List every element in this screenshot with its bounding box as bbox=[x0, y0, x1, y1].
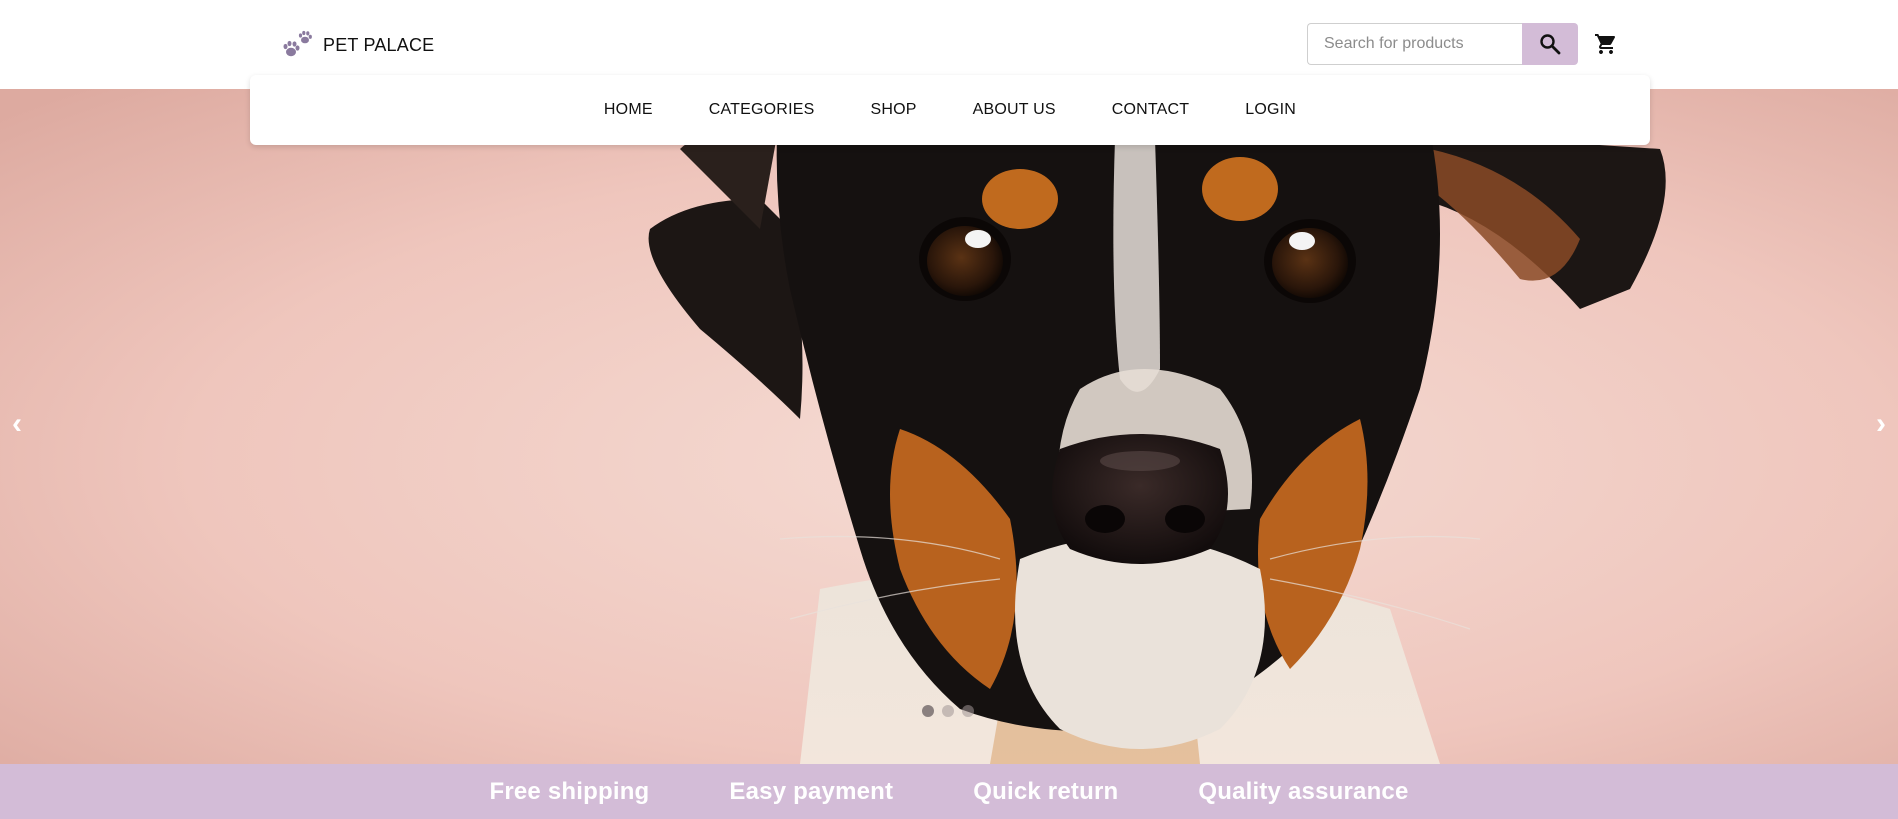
feature-quality-assurance: Quality assurance bbox=[1198, 777, 1409, 805]
nav-item-login[interactable]: LOGIN bbox=[1245, 101, 1296, 119]
brand-logo[interactable]: PET PALACE bbox=[281, 28, 434, 62]
nav-item-shop[interactable]: SHOP bbox=[870, 101, 916, 119]
feature-bar: Free shipping Easy payment Quick return … bbox=[0, 764, 1898, 819]
shopping-cart-icon bbox=[1595, 34, 1616, 54]
feature-quick-return: Quick return bbox=[973, 777, 1119, 805]
nav-item-contact[interactable]: CONTACT bbox=[1112, 101, 1190, 119]
carousel-dot-3[interactable] bbox=[962, 705, 974, 717]
main-nav: HOME CATEGORIES SHOP ABOUT US CONTACT LO… bbox=[250, 75, 1650, 145]
nav-item-about-us[interactable]: ABOUT US bbox=[973, 101, 1056, 119]
feature-free-shipping: Free shipping bbox=[489, 777, 650, 805]
hero-dog-image bbox=[0, 89, 1898, 764]
brand-name: PET PALACE bbox=[323, 34, 435, 55]
nav-item-home[interactable]: HOME bbox=[604, 101, 653, 119]
hero-carousel: ‹ › bbox=[0, 89, 1898, 764]
search-button[interactable] bbox=[1522, 23, 1578, 65]
nav-item-categories[interactable]: CATEGORIES bbox=[709, 101, 815, 119]
carousel-prev-arrow[interactable]: ‹ bbox=[12, 409, 22, 439]
carousel-dot-1[interactable] bbox=[922, 705, 934, 717]
cart-button[interactable] bbox=[1592, 30, 1620, 58]
paw-prints-icon bbox=[283, 30, 312, 57]
carousel-indicators bbox=[922, 705, 974, 717]
carousel-next-arrow[interactable]: › bbox=[1876, 409, 1886, 439]
search-input[interactable] bbox=[1307, 23, 1522, 65]
search-bar bbox=[1307, 23, 1578, 65]
carousel-dot-2[interactable] bbox=[942, 705, 954, 717]
search-icon bbox=[1540, 34, 1561, 55]
feature-easy-payment: Easy payment bbox=[729, 777, 894, 805]
